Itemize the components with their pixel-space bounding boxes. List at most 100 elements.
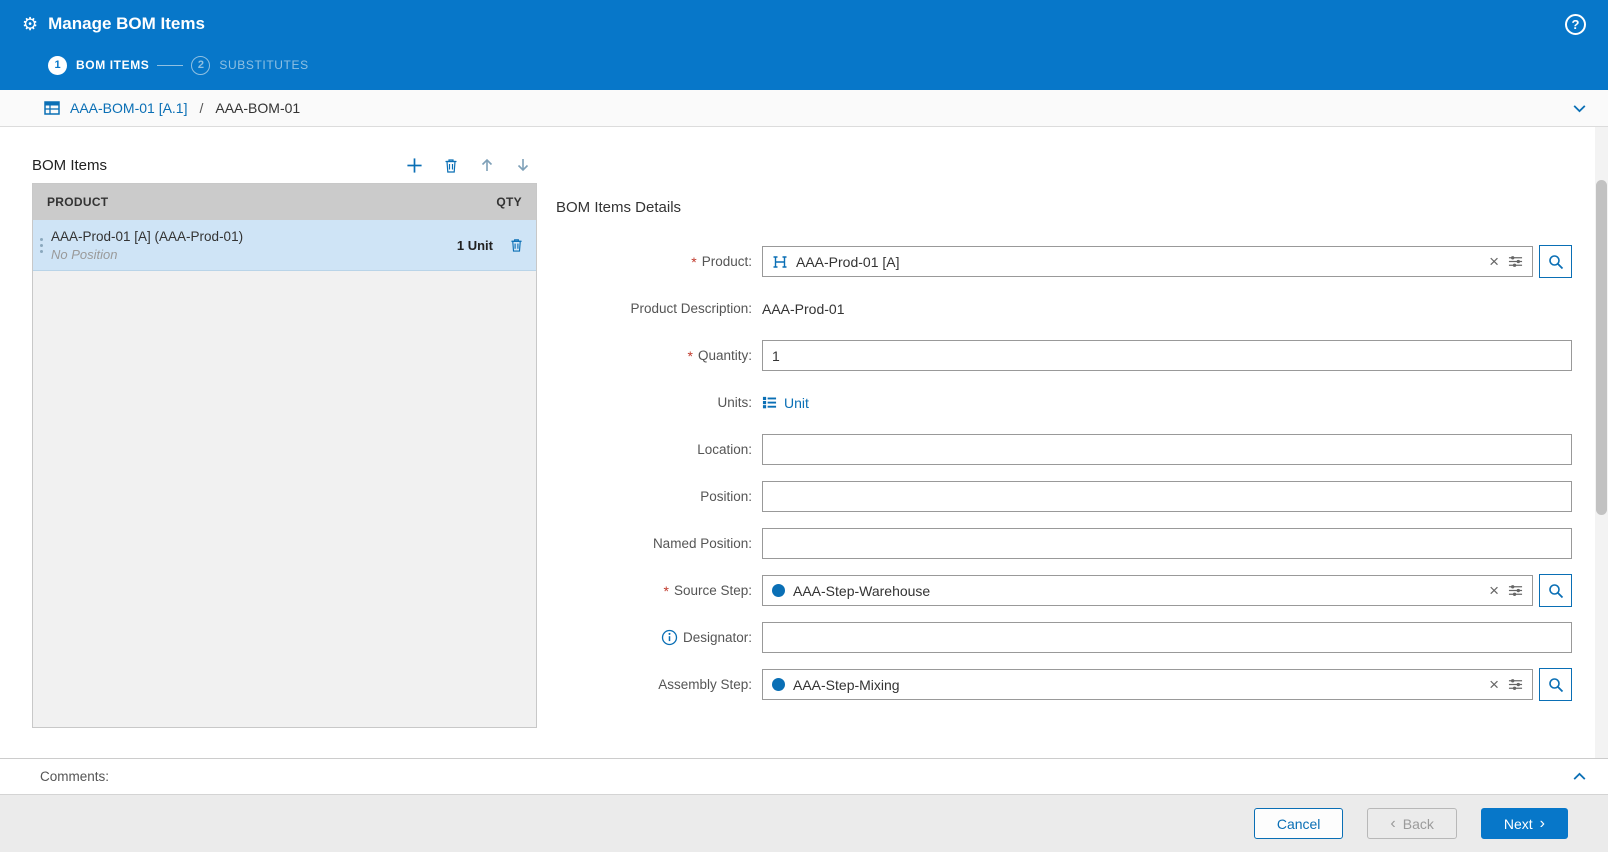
designator-label: Designator: (556, 629, 762, 646)
assembly-step-search-button[interactable] (1539, 668, 1572, 701)
units-list-icon (762, 395, 777, 410)
product-clear-icon[interactable]: × (1488, 253, 1500, 270)
row-delete-icon[interactable] (509, 237, 524, 253)
units-label: Units: (717, 395, 752, 410)
step-2-label: SUBSTITUTES (219, 58, 309, 72)
location-box (762, 434, 1572, 465)
back-button[interactable]: ‹ Back (1367, 808, 1457, 839)
position-label: Position: (700, 489, 752, 504)
product-lookup-box: × (762, 246, 1533, 277)
product-label: * Product: (691, 253, 752, 270)
table-empty-area (33, 271, 536, 727)
position-input[interactable] (772, 482, 1562, 511)
designator-input[interactable] (772, 623, 1562, 652)
bom-items-panel: BOM Items PRODUCT QTY AAA-Prod-01 [A] (A… (32, 149, 537, 728)
footer-bar: Cancel ‹ Back Next › (0, 794, 1608, 852)
named-position-label: Named Position: (652, 536, 752, 551)
source-step-label: * Source Step: (663, 582, 753, 599)
move-up-button[interactable] (479, 157, 495, 173)
named-position-input[interactable] (772, 529, 1562, 558)
field-row-source-step: * Source Step: × (556, 574, 1572, 607)
field-row-location: Location: (556, 434, 1572, 465)
back-chevron-icon: ‹ (1390, 814, 1396, 832)
bom-list-title: BOM Items (32, 156, 108, 174)
required-asterisk: * (691, 253, 697, 270)
row-product-name: AAA-Prod-01 [A] (AAA-Prod-01) (51, 228, 244, 244)
bom-table-icon (44, 100, 60, 116)
next-chevron-icon: › (1539, 814, 1545, 832)
comments-label: Comments: (40, 769, 110, 784)
wizard-stepper: 1 BOM ITEMS 2 SUBSTITUTES (0, 48, 1608, 90)
location-label: Location: (697, 442, 752, 457)
step-bom-items[interactable]: 1 BOM ITEMS (48, 55, 150, 75)
breadcrumb-bom-link[interactable]: AAA-BOM-01 [A.1] (70, 100, 187, 116)
column-header-product: PRODUCT (47, 195, 109, 209)
table-row[interactable]: AAA-Prod-01 [A] (AAA-Prod-01) No Positio… (33, 220, 536, 271)
quantity-input[interactable] (772, 341, 1562, 370)
required-asterisk: * (687, 347, 693, 364)
step-substitutes[interactable]: 2 SUBSTITUTES (191, 55, 309, 75)
vertical-scrollbar[interactable] (1595, 127, 1608, 758)
comments-chevron-up-icon[interactable] (1571, 768, 1588, 785)
details-title: BOM Items Details (556, 199, 682, 216)
step-1-circle: 1 (48, 55, 67, 75)
main-content: BOM Items PRODUCT QTY AAA-Prod-01 [A] (A… (0, 127, 1608, 758)
field-row-product: * Product: × (556, 245, 1572, 278)
location-input[interactable] (772, 435, 1562, 464)
assembly-step-label: Assembly Step: (658, 677, 752, 692)
drag-handle-icon[interactable] (33, 237, 49, 253)
breadcrumb-chevron-down-icon[interactable] (1571, 100, 1588, 117)
breadcrumb: AAA-BOM-01 [A.1] / AAA-BOM-01 (0, 90, 1608, 127)
step-icon (772, 584, 785, 597)
product-description-value: AAA-Prod-01 (762, 300, 845, 317)
field-row-units: Units: Unit (556, 387, 1572, 418)
step-icon (772, 678, 785, 691)
row-position-text: No Position (51, 246, 118, 262)
field-row-position: Position: (556, 481, 1572, 512)
field-row-designator: Designator: (556, 622, 1572, 653)
product-icon (772, 254, 788, 270)
assembly-step-input[interactable] (793, 670, 1481, 699)
required-asterisk: * (663, 582, 669, 599)
manage-bom-items-window: ⚙ Manage BOM Items ? 1 BOM ITEMS 2 SUBST… (0, 0, 1608, 852)
delete-item-button[interactable] (443, 157, 459, 174)
product-input[interactable] (796, 247, 1481, 276)
source-step-clear-icon[interactable]: × (1488, 582, 1500, 599)
cancel-button[interactable]: Cancel (1253, 808, 1344, 839)
manage-gear-icon: ⚙ (22, 14, 39, 34)
position-box (762, 481, 1572, 512)
bom-items-table: PRODUCT QTY AAA-Prod-01 [A] (AAA-Prod-01… (32, 183, 537, 728)
source-step-search-button[interactable] (1539, 574, 1572, 607)
field-row-quantity: * Quantity: (556, 340, 1572, 371)
designator-box (762, 622, 1572, 653)
scrollbar-thumb[interactable] (1596, 180, 1607, 515)
next-button[interactable]: Next › (1480, 808, 1568, 839)
step-1-label: BOM ITEMS (76, 58, 150, 72)
row-qty-value: 1 Unit (456, 237, 493, 253)
assembly-step-filter-icon[interactable] (1508, 677, 1523, 692)
info-icon[interactable] (661, 629, 678, 646)
column-header-qty: QTY (496, 195, 522, 209)
breadcrumb-current: AAA-BOM-01 (215, 100, 301, 116)
help-icon[interactable]: ? (1565, 13, 1586, 35)
assembly-step-clear-icon[interactable]: × (1488, 676, 1500, 693)
move-down-button[interactable] (515, 157, 531, 173)
product-search-button[interactable] (1539, 245, 1572, 278)
field-row-named-position: Named Position: (556, 528, 1572, 559)
source-step-filter-icon[interactable] (1508, 583, 1523, 598)
assembly-step-lookup-box: × (762, 669, 1533, 700)
units-link[interactable]: Unit (762, 395, 809, 411)
step-2-circle: 2 (191, 55, 211, 75)
product-filter-icon[interactable] (1508, 254, 1523, 269)
source-step-lookup-box: × (762, 575, 1533, 606)
product-description-label: Product Description: (630, 301, 752, 316)
comments-section: Comments: (0, 758, 1608, 794)
source-step-input[interactable] (793, 576, 1481, 605)
quantity-label: * Quantity: (687, 347, 752, 364)
named-position-box (762, 528, 1572, 559)
table-header-row: PRODUCT QTY (33, 184, 536, 220)
field-row-assembly-step: Assembly Step: × (556, 668, 1572, 701)
page-title: Manage BOM Items (48, 14, 205, 33)
add-item-button[interactable] (406, 157, 423, 174)
field-row-product-description: Product Description: AAA-Prod-01 (556, 293, 1572, 324)
